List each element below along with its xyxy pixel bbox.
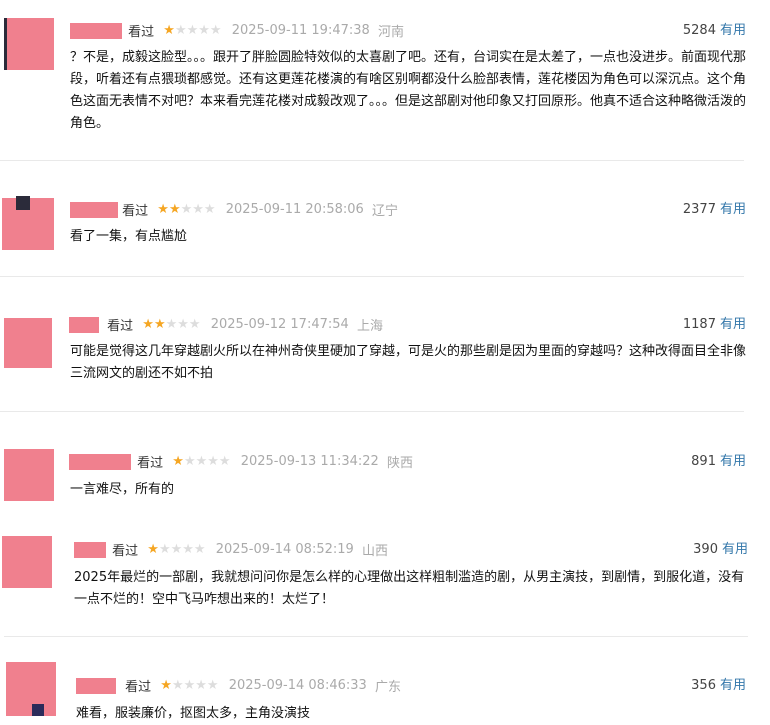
vote-area: 1187 有用 — [683, 315, 746, 335]
rating-stars: ★★★★★ — [147, 542, 206, 557]
avatar[interactable] — [4, 18, 54, 70]
vote-count: 390 — [693, 542, 718, 557]
review-time: 2025-09-11 19:47:38 — [231, 23, 370, 38]
review-content: ？不是，成毅这脸型。。。跟开了胖脸圆脸特效似的太喜剧了吧。还有，台词实在是太差了… — [70, 50, 747, 131]
review-location: 辽宁 — [371, 204, 398, 219]
avatar[interactable] — [4, 449, 54, 501]
review-time: 2025-09-14 08:46:33 — [228, 678, 367, 693]
review-content: 看了一集，有点尴尬 — [70, 229, 188, 244]
username-redacted[interactable] — [69, 316, 99, 333]
watch-status: 看过 — [112, 544, 139, 559]
username-redacted[interactable] — [76, 677, 116, 694]
review-meta: 看过 ★★★★★ 2025-09-14 08:46:33 广东 — [76, 676, 401, 696]
vote-area: 2377 有用 — [683, 200, 746, 220]
username-redacted[interactable] — [70, 201, 118, 218]
avatar[interactable] — [2, 196, 54, 250]
review-content: 2025年最烂的一部剧，我就想问问你是怎么样的心理做出这样粗制滥造的剧，从男主演… — [74, 570, 745, 607]
username-redacted[interactable] — [69, 453, 131, 470]
rating-stars: ★★★★★ — [163, 23, 222, 38]
vote-count: 5284 — [682, 23, 716, 38]
review-time: 2025-09-14 08:52:19 — [215, 542, 354, 557]
review-location: 陕西 — [386, 456, 413, 471]
username-redacted[interactable] — [70, 22, 122, 39]
vote-area: 390 有用 — [693, 540, 748, 560]
username-redacted[interactable] — [74, 541, 106, 558]
watch-status: 看过 — [125, 680, 152, 695]
rating-stars: ★★★★★ — [157, 202, 216, 217]
vote-area: 356 有用 — [691, 676, 746, 696]
review-time: 2025-09-12 17:47:54 — [210, 317, 349, 332]
review-meta: 看过 ★★★★★ 2025-09-14 08:52:19 山西 — [74, 540, 388, 560]
watch-status: 看过 — [128, 25, 155, 40]
avatar[interactable] — [4, 318, 52, 368]
divider — [0, 276, 744, 277]
watch-status: 看过 — [122, 204, 149, 219]
review-location: 山西 — [361, 544, 388, 559]
review-location: 河南 — [377, 25, 404, 40]
vote-count: 356 — [691, 678, 716, 693]
avatar[interactable] — [6, 662, 56, 716]
watch-status: 看过 — [107, 319, 134, 334]
useful-button[interactable]: 有用 — [720, 202, 746, 217]
review-location: 上海 — [356, 319, 383, 334]
vote-count: 891 — [691, 454, 716, 469]
rating-stars: ★★★★★ — [172, 454, 231, 469]
review-meta: 看过 ★★★★★ 2025-09-11 20:58:06 辽宁 — [70, 200, 398, 220]
useful-button[interactable]: 有用 — [720, 23, 746, 38]
divider — [0, 160, 744, 161]
review-location: 广东 — [374, 680, 401, 695]
review-time: 2025-09-11 20:58:06 — [225, 202, 364, 217]
divider — [4, 636, 748, 637]
vote-count: 2377 — [682, 202, 716, 217]
rating-stars: ★★★★★ — [142, 317, 201, 332]
review-content: 可能是觉得这几年穿越剧火所以在神州奇侠里硬加了穿越，可是火的那些剧是因为里面的穿… — [70, 344, 747, 381]
review-meta: 看过 ★★★★★ 2025-09-12 17:47:54 上海 — [69, 315, 383, 335]
vote-area: 5284 有用 — [683, 21, 746, 41]
review-time: 2025-09-13 11:34:22 — [240, 454, 379, 469]
avatar[interactable] — [2, 536, 52, 588]
useful-button[interactable]: 有用 — [722, 542, 748, 557]
review-meta: 看过 ★★★★★ 2025-09-13 11:34:22 陕西 — [69, 452, 413, 472]
review-meta: 看过 ★★★★★ 2025-09-11 19:47:38 河南 — [70, 21, 404, 41]
vote-area: 891 有用 — [691, 452, 746, 472]
rating-stars: ★★★★★ — [160, 678, 219, 693]
review-content: 一言难尽，所有的 — [70, 482, 175, 497]
useful-button[interactable]: 有用 — [720, 454, 746, 469]
divider — [0, 411, 744, 412]
vote-count: 1187 — [682, 317, 716, 332]
useful-button[interactable]: 有用 — [720, 317, 746, 332]
useful-button[interactable]: 有用 — [720, 678, 746, 693]
review-content: 难看，服装廉价，抠图太多，主角没演技 — [76, 706, 311, 721]
watch-status: 看过 — [137, 456, 164, 471]
